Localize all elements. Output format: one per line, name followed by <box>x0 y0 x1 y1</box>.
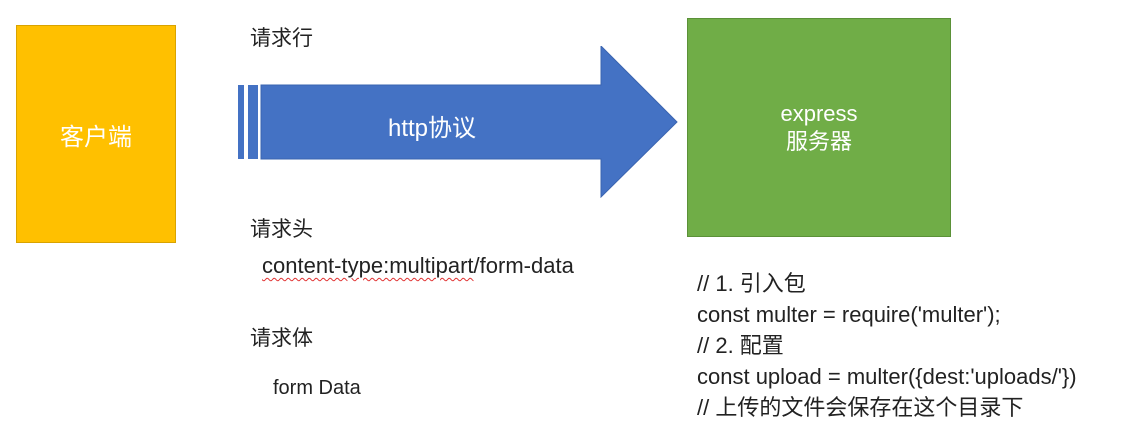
request-body-label: 请求体 <box>250 327 313 350</box>
code-line: const upload = multer({dest:'uploads/'}) <box>697 364 1077 389</box>
content-type-suffix: /form-data <box>473 253 574 278</box>
server-box: express 服务器 <box>687 18 951 237</box>
content-type-prefix: content-type:multipart <box>262 253 474 278</box>
content-type-text: content-type:multipart/form-data <box>262 253 574 279</box>
code-line: // 2. 配置 <box>697 333 784 358</box>
form-data-text: form Data <box>273 377 361 399</box>
code-line: // 上传的文件会保存在这个目录下 <box>697 395 1024 420</box>
code-block: // 1. 引入包 const multer = require('multer… <box>697 268 1077 423</box>
client-box: 客户端 <box>16 25 176 243</box>
arrow-label: http协议 <box>387 115 477 142</box>
arrow-stripe-1 <box>238 85 244 159</box>
code-line: // 1. 引入包 <box>697 271 806 296</box>
code-line: const multer = require('multer'); <box>697 302 1001 327</box>
client-label: 客户端 <box>60 123 132 151</box>
server-label-line1: express <box>780 100 858 126</box>
arrow-stripe-2 <box>248 85 258 159</box>
request-header-label: 请求头 <box>250 218 313 241</box>
server-label-line2: 服务器 <box>785 128 852 154</box>
